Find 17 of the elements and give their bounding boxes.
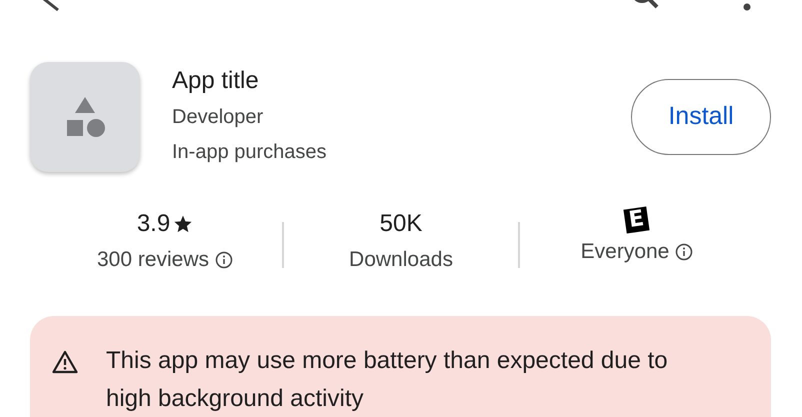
content-rating-logo: E	[624, 206, 650, 234]
rating-value: 3.9	[136, 209, 170, 239]
developer-link[interactable]: Developer	[172, 104, 631, 130]
app-title: App title	[172, 66, 260, 96]
info-icon[interactable]	[215, 251, 234, 269]
warning-icon	[52, 350, 78, 374]
more-icon[interactable]	[742, 2, 752, 12]
download-count: 50K	[380, 209, 422, 239]
stat-label: Everyone	[580, 239, 670, 265]
battery-warning-text: This app may use more battery than expected due to high background activity	[106, 346, 669, 414]
info-icon[interactable]	[675, 243, 694, 261]
app-icon	[30, 62, 140, 172]
install-button[interactable]: Install	[631, 79, 771, 155]
stat-label: 300 reviews	[96, 247, 210, 273]
purchases-note: In-app purchases	[172, 140, 328, 165]
star-icon	[173, 214, 194, 234]
stat-label: Downloads	[349, 247, 453, 273]
